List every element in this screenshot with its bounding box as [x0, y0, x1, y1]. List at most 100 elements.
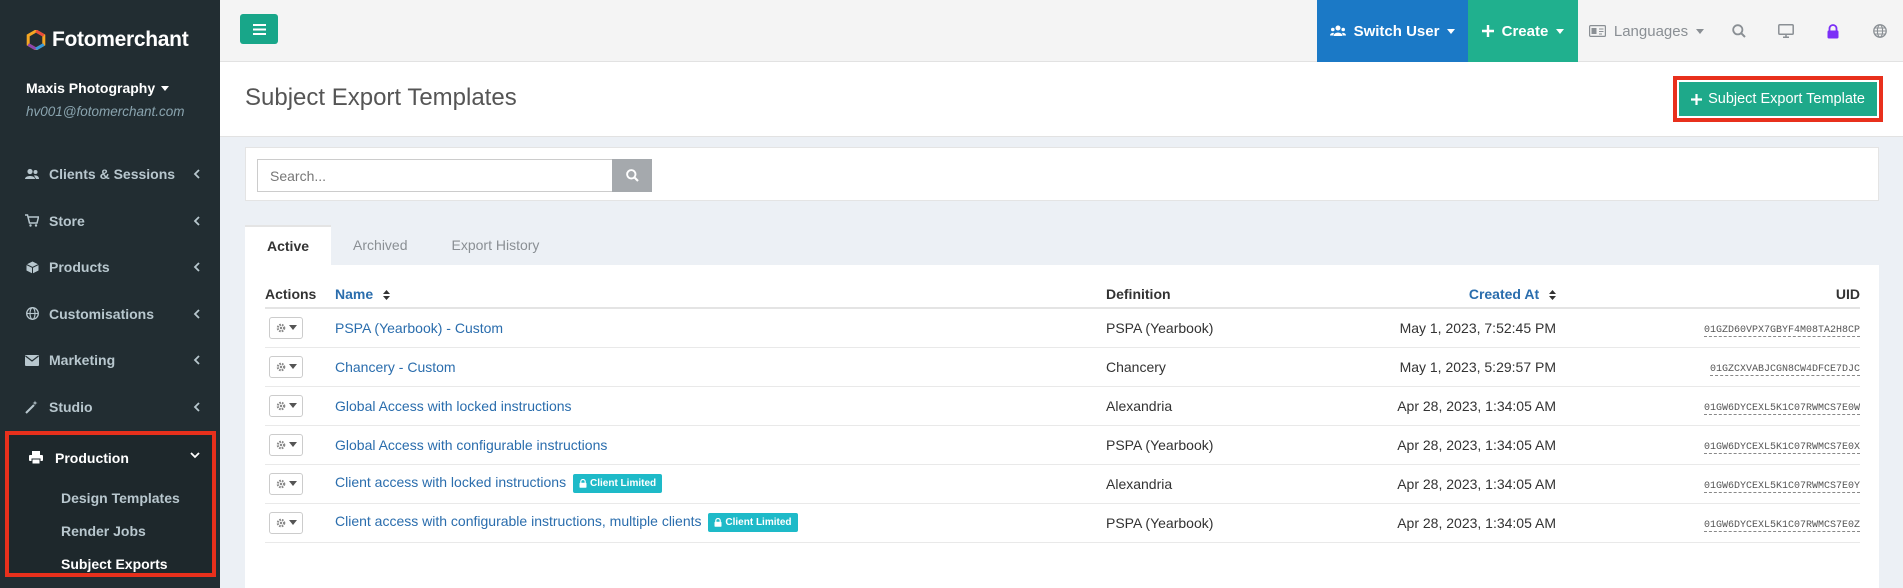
cart-icon — [25, 214, 39, 228]
sort-icon — [383, 290, 391, 301]
sidebar-item-studio[interactable]: Studio — [0, 384, 220, 431]
template-name-link[interactable]: Client access with locked instructions — [335, 474, 566, 490]
chevron-left-icon — [193, 355, 200, 365]
uid-cell: 01GW6DYCEXL5K1C07RWMCS7E0W — [1556, 386, 1860, 426]
account-email: hv001@fotomerchant.com — [26, 104, 185, 119]
uid-cell: 01GW6DYCEXL5K1C07RWMCS7E0Y — [1556, 464, 1860, 504]
created-at-cell: Apr 28, 2023, 1:34:05 AM — [1306, 425, 1556, 465]
uid-value[interactable]: 01GZD60VPX7GBYF4M08TA2H8CP — [1703, 325, 1860, 338]
caret-down-icon — [288, 481, 297, 486]
name-cell: Global Access with locked instructions — [335, 386, 1106, 426]
table-row: Chancery - Custom Chancery May 1, 2023, … — [265, 347, 1860, 387]
sidebar-subitem-render-jobs[interactable]: Render Jobs — [9, 514, 212, 547]
account-block: Maxis Photography hv001@fotomerchant.com — [0, 80, 220, 138]
table-row: Global Access with configurable instruct… — [265, 425, 1860, 465]
sidebar-item-clients-sessions[interactable]: Clients & Sessions — [0, 151, 220, 198]
created-at-cell: Apr 28, 2023, 1:34:05 AM — [1306, 503, 1556, 543]
tab-archived[interactable]: Archived — [331, 225, 429, 265]
table-header-row: Actions Name Definition Created At UID — [265, 281, 1860, 309]
lock-button[interactable] — [1809, 0, 1856, 62]
chevron-left-icon — [193, 262, 200, 272]
template-name-link[interactable]: Chancery - Custom — [335, 359, 456, 375]
monitor-icon — [1777, 24, 1794, 38]
sidebar-item-production[interactable]: Production — [9, 435, 212, 481]
magic-icon — [25, 400, 39, 414]
template-name-link[interactable]: Global Access with locked instructions — [335, 398, 572, 414]
template-name-link[interactable]: Global Access with configurable instruct… — [335, 437, 607, 453]
row-actions-button[interactable] — [269, 394, 303, 417]
client-limited-badge: Client Limited — [708, 513, 798, 532]
uid-value[interactable]: 01GW6DYCEXL5K1C07RWMCS7E0X — [1703, 442, 1860, 454]
sidebar-item-marketing[interactable]: Marketing — [0, 337, 220, 384]
gear-icon — [276, 440, 286, 450]
sidebar-item-products[interactable]: Products — [0, 244, 220, 291]
sidebar-subitem-subject-exports[interactable]: Subject Exports — [9, 547, 212, 580]
lock-icon — [714, 518, 722, 527]
templates-table: Actions Name Definition Created At UID P… — [265, 281, 1860, 543]
template-name-link[interactable]: Client access with configurable instruct… — [335, 513, 702, 529]
switch-user-button[interactable]: Switch User — [1317, 0, 1468, 62]
column-header-name[interactable]: Name — [335, 281, 1106, 309]
add-subject-export-template-button[interactable]: Subject Export Template — [1679, 82, 1877, 116]
top-navbar-menu: Switch User Create Languages — [1317, 0, 1903, 62]
table-row: PSPA (Yearbook) - Custom PSPA (Yearbook)… — [265, 308, 1860, 348]
search-button[interactable] — [612, 159, 652, 192]
brand-logo[interactable]: Fotomerchant — [0, 0, 220, 80]
search-input[interactable] — [257, 159, 614, 192]
sidebar-item-label: Products — [49, 259, 110, 276]
column-header-label: Name — [335, 286, 374, 302]
uid-value[interactable]: 01GW6DYCEXL5K1C07RWMCS7E0Y — [1703, 481, 1860, 493]
lock-icon — [579, 479, 587, 488]
created-at-cell: May 1, 2023, 5:29:57 PM — [1306, 347, 1556, 387]
top-navbar: Switch User Create Languages — [220, 0, 1903, 62]
chevron-left-icon — [193, 216, 200, 226]
sidebar-item-label: Customisations — [49, 305, 155, 322]
uid-value[interactable]: 01GZCXVABJCGN8CW4DFCE7DJC — [1709, 364, 1860, 376]
tab-export-history[interactable]: Export History — [430, 225, 562, 265]
sort-icon — [1549, 290, 1556, 301]
chevron-left-icon — [193, 402, 200, 412]
definition-cell: PSPA (Yearbook) — [1106, 425, 1306, 465]
globe-button[interactable] — [1856, 0, 1903, 62]
row-actions-button[interactable] — [269, 355, 303, 378]
search-icon — [1731, 24, 1746, 38]
gear-icon — [276, 479, 286, 489]
display-button[interactable] — [1762, 0, 1809, 62]
name-cell: Client access with locked instructions C… — [335, 464, 1106, 504]
definition-cell: Chancery — [1106, 347, 1306, 387]
tab-active[interactable]: Active — [245, 225, 332, 265]
actions-cell — [265, 503, 335, 543]
row-actions-button[interactable] — [269, 316, 303, 339]
column-header-label: Created At — [1468, 286, 1540, 302]
sidebar-subitem-design-templates[interactable]: Design Templates — [9, 481, 212, 514]
create-label: Create — [1501, 22, 1549, 40]
actions-cell — [265, 347, 335, 387]
actions-cell — [265, 464, 335, 504]
lock-icon — [1827, 23, 1839, 39]
table-row: Global Access with locked instructions A… — [265, 386, 1860, 426]
sidebar-item-label: Marketing — [49, 352, 116, 369]
plus-icon — [1691, 93, 1703, 105]
sidebar-item-label: Studio — [49, 398, 93, 415]
sidebar-item-customisations[interactable]: Customisations — [0, 291, 220, 338]
search-toggle-button[interactable] — [1715, 0, 1762, 62]
name-cell: Chancery - Custom — [335, 347, 1106, 387]
column-header-created-at[interactable]: Created At — [1306, 281, 1556, 309]
row-actions-button[interactable] — [269, 433, 303, 456]
languages-dropdown[interactable]: Languages — [1578, 0, 1715, 62]
search-icon — [625, 169, 639, 182]
chevron-down-icon — [190, 452, 200, 459]
language-card-icon — [1588, 25, 1606, 37]
account-dropdown[interactable]: Maxis Photography — [26, 80, 220, 96]
uid-value[interactable]: 01GW6DYCEXL5K1C07RWMCS7E0W — [1703, 403, 1860, 415]
row-actions-button[interactable] — [269, 472, 303, 495]
create-button[interactable]: Create — [1468, 0, 1578, 62]
uid-value[interactable]: 01GW6DYCEXL5K1C07RWMCS7E0Z — [1703, 520, 1860, 532]
row-actions-button[interactable] — [269, 511, 303, 534]
sidebar-item-store[interactable]: Store — [0, 198, 220, 245]
gear-icon — [276, 362, 286, 372]
chevron-left-icon — [193, 169, 200, 179]
sidebar-toggle-button[interactable] — [240, 14, 278, 44]
template-name-link[interactable]: PSPA (Yearbook) - Custom — [335, 320, 503, 336]
add-button-highlight: Subject Export Template — [1673, 76, 1883, 122]
